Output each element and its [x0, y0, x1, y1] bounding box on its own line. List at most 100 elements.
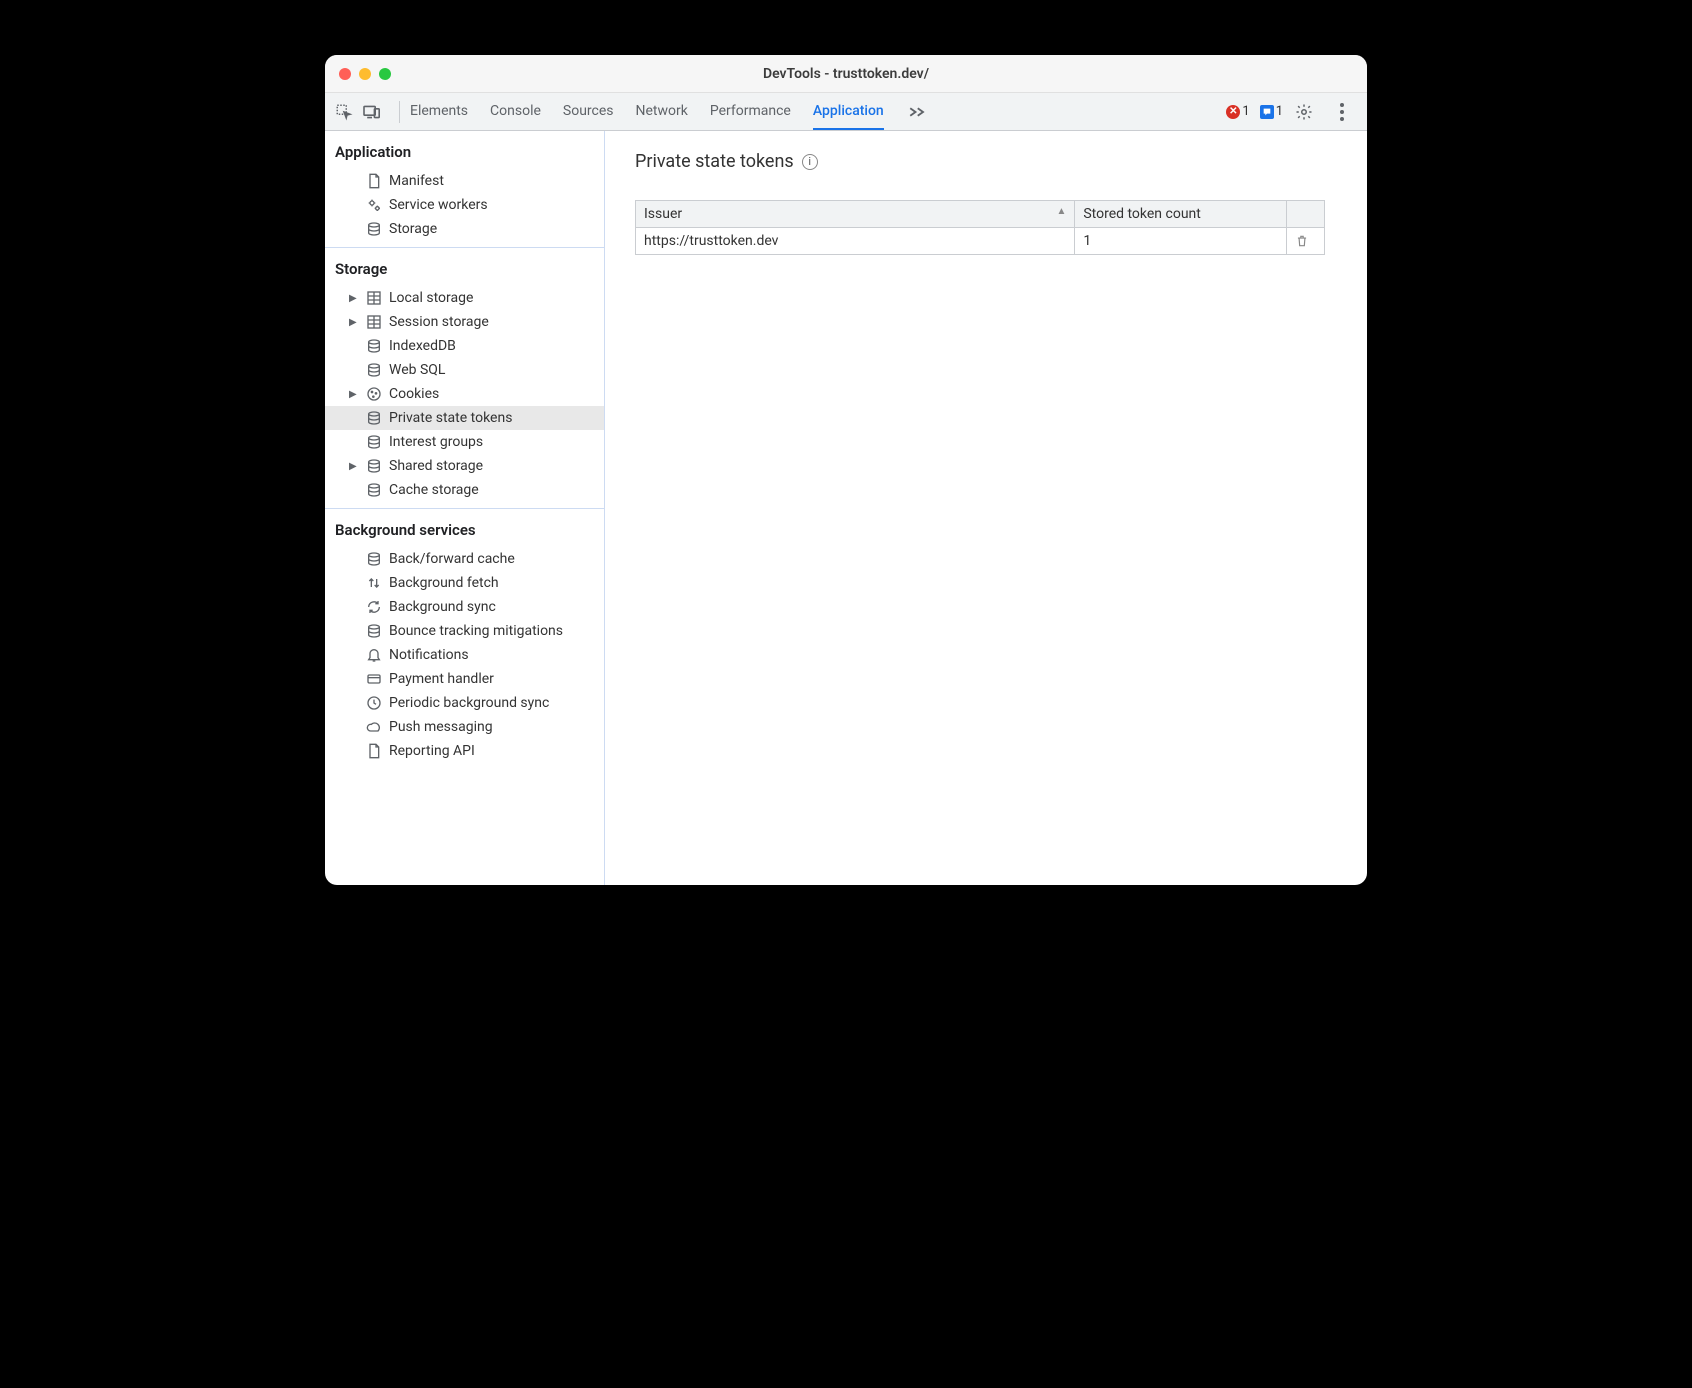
tab-performance[interactable]: Performance — [710, 93, 791, 130]
sidebar-item-storage[interactable]: Storage — [325, 217, 604, 241]
section-title-storage: Storage — [325, 248, 604, 286]
sidebar-item-interest-groups[interactable]: Interest groups — [325, 430, 604, 454]
sidebar-item-label: Storage — [389, 221, 437, 237]
expand-arrow-icon[interactable]: ▶ — [349, 317, 359, 328]
sidebar-item-bf-cache[interactable]: Back/forward cache — [325, 547, 604, 571]
settings-icon[interactable] — [1293, 101, 1315, 123]
sidebar-item-label: Cache storage — [389, 482, 479, 498]
sidebar-item-cache-storage[interactable]: Cache storage — [325, 478, 604, 502]
database-icon — [365, 337, 383, 355]
tab-network[interactable]: Network — [636, 93, 688, 130]
tokens-table: Issuer ▲ Stored token count https://trus… — [635, 200, 1325, 255]
sidebar-item-label: Interest groups — [389, 434, 483, 450]
info-icon[interactable]: i — [802, 154, 818, 170]
section-background-services: Background services Back/forward cache B… — [325, 509, 604, 769]
database-icon — [365, 550, 383, 568]
sidebar-item-push-messaging[interactable]: Push messaging — [325, 715, 604, 739]
gears-icon — [365, 196, 383, 214]
section-storage: Storage ▶ Local storage ▶ Session storag… — [325, 248, 604, 509]
tab-elements[interactable]: Elements — [410, 93, 468, 130]
bell-icon — [365, 646, 383, 664]
sidebar-item-label: Session storage — [389, 314, 489, 330]
sidebar-item-local-storage[interactable]: ▶ Local storage — [325, 286, 604, 310]
sidebar-item-notifications[interactable]: Notifications — [325, 643, 604, 667]
database-icon — [365, 409, 383, 427]
close-window-button[interactable] — [339, 68, 351, 80]
sidebar-item-shared-storage[interactable]: ▶ Shared storage — [325, 454, 604, 478]
tab-console[interactable]: Console — [490, 93, 541, 130]
sidebar-item-background-sync[interactable]: Background sync — [325, 595, 604, 619]
sidebar-item-cookies[interactable]: ▶ Cookies — [325, 382, 604, 406]
sidebar-item-label: Manifest — [389, 173, 444, 189]
sidebar-item-label: Web SQL — [389, 362, 445, 378]
kebab-menu-icon[interactable] — [1331, 101, 1353, 123]
file-icon — [365, 172, 383, 190]
col-count[interactable]: Stored token count — [1075, 201, 1287, 228]
panel-tabs: Elements Console Sources Network Perform… — [410, 93, 928, 130]
sidebar-item-label: Background sync — [389, 599, 496, 615]
section-title-bg-services: Background services — [325, 509, 604, 547]
application-sidebar: Application Manifest Service workers Sto… — [325, 131, 605, 885]
devtools-window: DevTools - trusttoken.dev/ Elements Cons… — [325, 55, 1367, 885]
sidebar-item-label: Push messaging — [389, 719, 493, 735]
sidebar-item-reporting-api[interactable]: Reporting API — [325, 739, 604, 763]
col-actions — [1287, 201, 1325, 228]
device-toggle-icon[interactable] — [361, 101, 383, 123]
tab-sources[interactable]: Sources — [563, 93, 614, 130]
database-icon — [365, 622, 383, 640]
cell-count: 1 — [1075, 228, 1287, 255]
expand-arrow-icon[interactable]: ▶ — [349, 461, 359, 472]
inspect-icon[interactable] — [333, 101, 355, 123]
main-panel: Private state tokens i Issuer ▲ Stored t… — [605, 131, 1367, 885]
toolbar-right: ✕ 1 1 — [1226, 101, 1359, 123]
cloud-icon — [365, 718, 383, 736]
sort-ascending-icon: ▲ — [1056, 206, 1066, 217]
col-header-text: Issuer — [644, 206, 682, 222]
panel-title-text: Private state tokens — [635, 151, 794, 172]
sidebar-item-label: Local storage — [389, 290, 473, 306]
sidebar-item-manifest[interactable]: Manifest — [325, 169, 604, 193]
more-tabs-icon[interactable] — [906, 101, 928, 123]
toolbar-divider — [399, 101, 400, 123]
sidebar-item-service-workers[interactable]: Service workers — [325, 193, 604, 217]
minimize-window-button[interactable] — [359, 68, 371, 80]
database-icon — [365, 361, 383, 379]
sidebar-item-private-state-tokens[interactable]: Private state tokens — [325, 406, 604, 430]
table-row[interactable]: https://trusttoken.dev 1 — [636, 228, 1325, 255]
database-icon — [365, 220, 383, 238]
expand-arrow-icon[interactable]: ▶ — [349, 389, 359, 400]
expand-arrow-icon[interactable]: ▶ — [349, 293, 359, 304]
sidebar-item-session-storage[interactable]: ▶ Session storage — [325, 310, 604, 334]
sidebar-item-label: Periodic background sync — [389, 695, 549, 711]
sidebar-item-websql[interactable]: Web SQL — [325, 358, 604, 382]
sidebar-item-indexeddb[interactable]: IndexedDB — [325, 334, 604, 358]
col-issuer[interactable]: Issuer ▲ — [636, 201, 1075, 228]
sidebar-item-background-fetch[interactable]: Background fetch — [325, 571, 604, 595]
trash-icon — [1295, 234, 1309, 248]
devtools-toolbar: Elements Console Sources Network Perform… — [325, 93, 1367, 131]
error-badge[interactable]: ✕ 1 — [1226, 104, 1249, 119]
sidebar-item-label: Back/forward cache — [389, 551, 515, 567]
card-icon — [365, 670, 383, 688]
message-count: 1 — [1276, 104, 1283, 119]
error-icon: ✕ — [1226, 105, 1240, 119]
sidebar-item-periodic-sync[interactable]: Periodic background sync — [325, 691, 604, 715]
titlebar: DevTools - trusttoken.dev/ — [325, 55, 1367, 93]
database-icon — [365, 481, 383, 499]
cell-delete[interactable] — [1287, 228, 1325, 255]
sidebar-item-payment-handler[interactable]: Payment handler — [325, 667, 604, 691]
sidebar-item-label: Private state tokens — [389, 410, 512, 426]
message-badge[interactable]: 1 — [1260, 104, 1283, 119]
updown-arrows-icon — [365, 574, 383, 592]
sidebar-item-bounce-tracking[interactable]: Bounce tracking mitigations — [325, 619, 604, 643]
message-icon — [1260, 105, 1274, 119]
cookie-icon — [365, 385, 383, 403]
grid-icon — [365, 289, 383, 307]
database-icon — [365, 433, 383, 451]
maximize-window-button[interactable] — [379, 68, 391, 80]
tab-application[interactable]: Application — [813, 93, 884, 130]
sidebar-item-label: Notifications — [389, 647, 469, 663]
sidebar-item-label: Background fetch — [389, 575, 499, 591]
file-icon — [365, 742, 383, 760]
sync-icon — [365, 598, 383, 616]
